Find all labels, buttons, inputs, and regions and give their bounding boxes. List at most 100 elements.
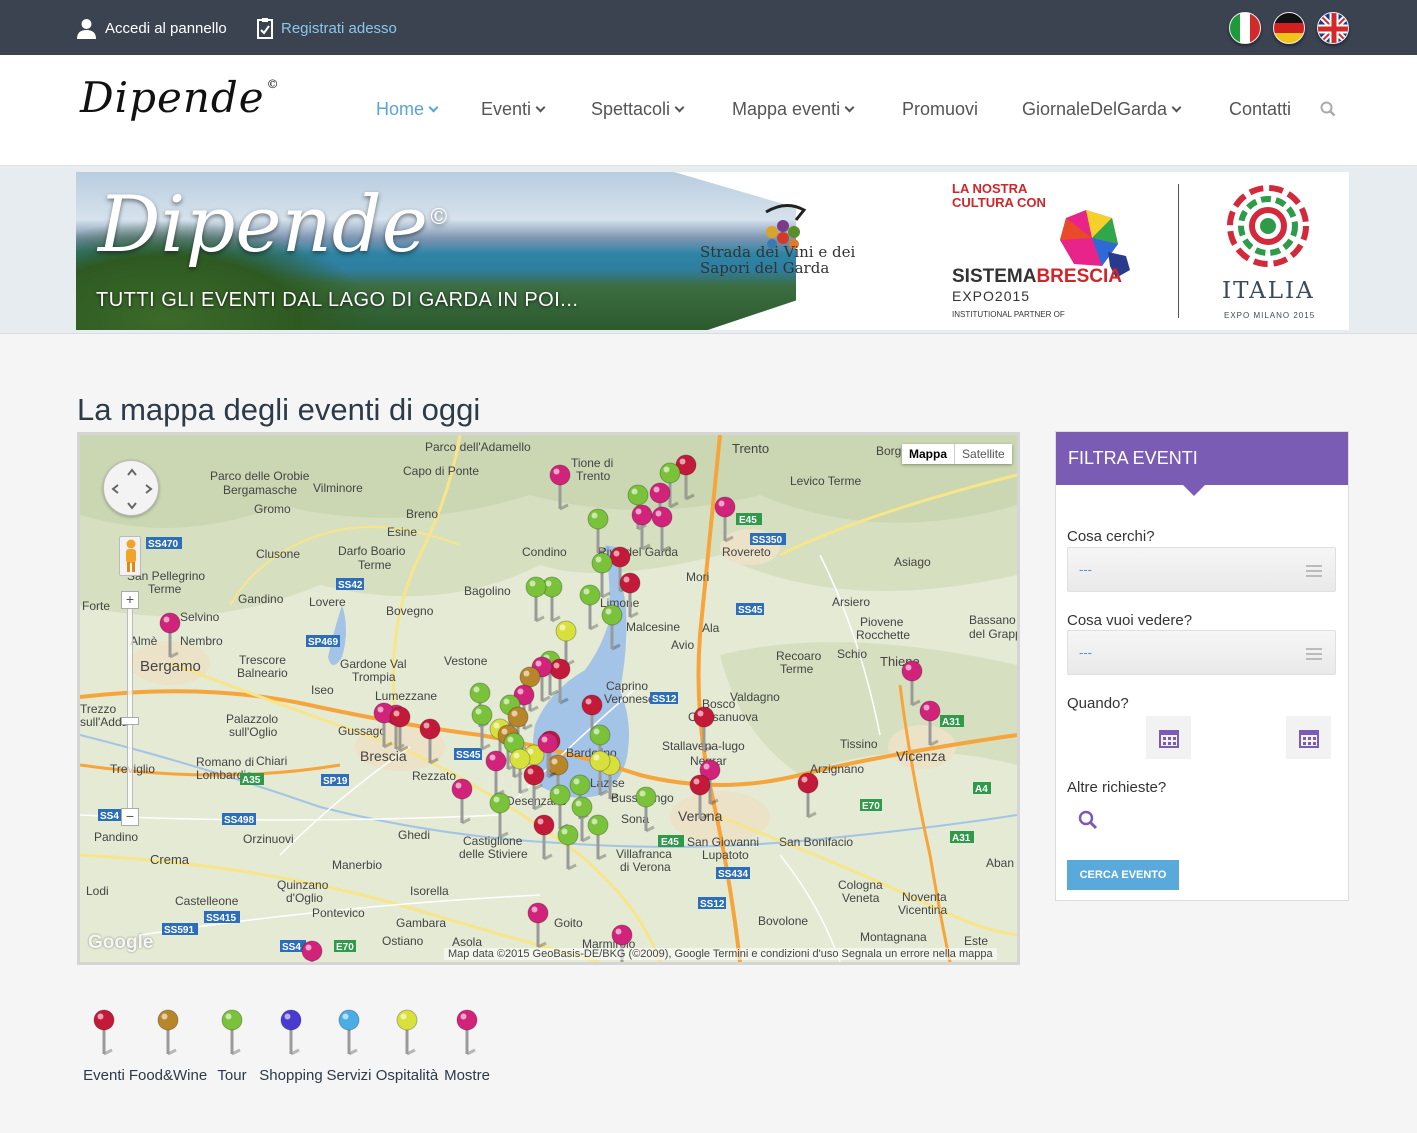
map-pin[interactable] — [714, 496, 736, 543]
what-select-value: --- — [1079, 562, 1092, 577]
see-select-value: --- — [1079, 645, 1092, 660]
map-pin[interactable] — [93, 1009, 115, 1056]
map-pin[interactable] — [557, 824, 579, 871]
what-select[interactable]: --- — [1067, 547, 1336, 592]
map-pin[interactable] — [525, 576, 547, 623]
nav-home-label: Home — [376, 99, 425, 119]
map-pin[interactable] — [797, 772, 819, 819]
event-pins-layer — [159, 454, 941, 962]
map-pin[interactable] — [373, 702, 395, 749]
english-flag-icon[interactable] — [1317, 12, 1349, 44]
pin-icon — [338, 1009, 360, 1056]
nav-contatti[interactable]: Contatti — [1229, 99, 1291, 120]
events-map[interactable]: Parco dell'Adamello Trento Borgo Valsuga… — [77, 432, 1020, 965]
sistema-brescia-text: SISTEMABRESCIA — [952, 266, 1122, 288]
promo-banner[interactable]: Dipende© TUTTI GLI EVENTI DAL LAGO DI GA… — [76, 172, 1349, 330]
map-pin[interactable] — [419, 718, 441, 765]
map-pin[interactable] — [549, 658, 571, 705]
legend-label: Ospitalità — [375, 1067, 439, 1084]
nav-spettacoli[interactable]: Spettacoli — [591, 99, 685, 120]
banner-logo-text: Dipende — [98, 180, 428, 270]
map-attribution[interactable]: Map data ©2015 GeoBasis-DE/BKG (©2009), … — [444, 948, 997, 960]
brescia-text: BRESCIA — [1036, 266, 1122, 287]
map-pin[interactable] — [451, 778, 473, 825]
see-label: Cosa vuoi vedere? — [1067, 612, 1193, 629]
nav-giornale[interactable]: GiornaleDelGarda — [1022, 99, 1182, 120]
legend-item-food-wine: Food&Wine — [129, 1008, 207, 1084]
map-pin[interactable] — [919, 700, 941, 747]
union-jack-shape — [1318, 13, 1348, 43]
map-pin[interactable] — [301, 940, 323, 962]
register-link[interactable]: Registrati adesso — [257, 16, 397, 40]
search-icon[interactable] — [1078, 810, 1098, 830]
legend-item-ospitalita: Ospitalità — [376, 1008, 438, 1084]
map-pin[interactable] — [489, 792, 511, 839]
map-pin[interactable] — [485, 750, 507, 797]
nav-contatti-label: Contatti — [1229, 99, 1292, 119]
logo-copyright: © — [266, 77, 280, 91]
legend-item-shopping: Shopping — [259, 1008, 323, 1084]
map-pin[interactable] — [901, 660, 923, 707]
map-pin[interactable] — [456, 1009, 478, 1056]
cultura-text: LA NOSTRA CULTURA CON — [952, 181, 1046, 210]
map-pin[interactable] — [689, 774, 711, 821]
map-pin[interactable] — [471, 704, 493, 751]
map-pin[interactable] — [527, 902, 549, 949]
map-pin[interactable] — [221, 1009, 243, 1056]
map-pin[interactable] — [619, 572, 641, 619]
google-logo: Google — [88, 932, 154, 953]
map-pin[interactable] — [631, 504, 653, 551]
nav-spettacoli-label: Spettacoli — [591, 99, 671, 119]
login-link[interactable]: Accedi al pannello — [76, 16, 227, 40]
map-pin[interactable] — [587, 508, 609, 555]
map-pin[interactable] — [693, 706, 715, 753]
sistema-text: SISTEMA — [952, 266, 1037, 287]
map-pin[interactable] — [651, 506, 673, 553]
clipboard-icon — [257, 18, 273, 39]
filter-title: FILTRA EVENTI — [1056, 432, 1348, 485]
login-label: Accedi al pannello — [105, 19, 227, 37]
date-to-picker[interactable] — [1286, 716, 1331, 759]
map-pin[interactable] — [157, 1009, 179, 1056]
nav-eventi[interactable]: Eventi — [481, 99, 546, 120]
map-pin[interactable] — [549, 464, 571, 511]
nav-home[interactable]: Home — [376, 99, 439, 120]
cerca-evento-button[interactable]: CERCA EVENTO — [1067, 860, 1179, 890]
legend-label: Tour — [217, 1067, 247, 1084]
legend-item-eventi: Eventi — [83, 1008, 125, 1084]
map-pin[interactable] — [579, 584, 601, 631]
banner-logo: Dipende© — [98, 180, 450, 270]
see-select[interactable]: --- — [1067, 630, 1336, 675]
legend-label: Food&Wine — [128, 1067, 208, 1084]
legend-label: Eventi — [83, 1067, 125, 1084]
nav-promuovi[interactable]: Promuovi — [902, 99, 978, 120]
other-label: Altre richieste? — [1067, 779, 1167, 796]
pin-icon — [280, 1009, 302, 1056]
register-label: Registrati adesso — [281, 19, 397, 37]
german-flag-icon[interactable] — [1273, 12, 1305, 44]
map-pin[interactable] — [587, 814, 609, 861]
map-pin[interactable] — [601, 604, 623, 651]
map-pin[interactable] — [389, 706, 411, 753]
nav-eventi-label: Eventi — [481, 99, 532, 119]
legend-item-mostre: Mostre — [444, 1008, 490, 1084]
map-pin[interactable] — [533, 814, 555, 861]
calendar-icon — [1158, 729, 1179, 748]
partner-text: INSTITUTIONAL PARTNER OF — [952, 310, 1065, 319]
map-pin[interactable] — [338, 1009, 360, 1056]
chevron-down-icon — [428, 102, 439, 112]
map-pin[interactable] — [396, 1009, 418, 1056]
nav-mappa-eventi[interactable]: Mappa eventi — [732, 99, 855, 120]
when-label: Quando? — [1067, 695, 1129, 712]
nav-mappa-label: Mappa eventi — [732, 99, 841, 119]
map-pin[interactable] — [635, 786, 657, 833]
nav-promuovi-label: Promuovi — [902, 99, 979, 119]
map-pin[interactable] — [280, 1009, 302, 1056]
italian-flag-icon[interactable] — [1229, 12, 1261, 44]
search-icon[interactable] — [1320, 101, 1336, 117]
chevron-down-icon — [1171, 102, 1182, 112]
top-bar: Accedi al pannello Registrati adesso — [0, 0, 1417, 55]
map-pin[interactable] — [159, 612, 181, 659]
banner-tagline: TUTTI GLI EVENTI DAL LAGO DI GARDA IN PO… — [96, 289, 579, 311]
date-from-picker[interactable] — [1146, 716, 1191, 759]
